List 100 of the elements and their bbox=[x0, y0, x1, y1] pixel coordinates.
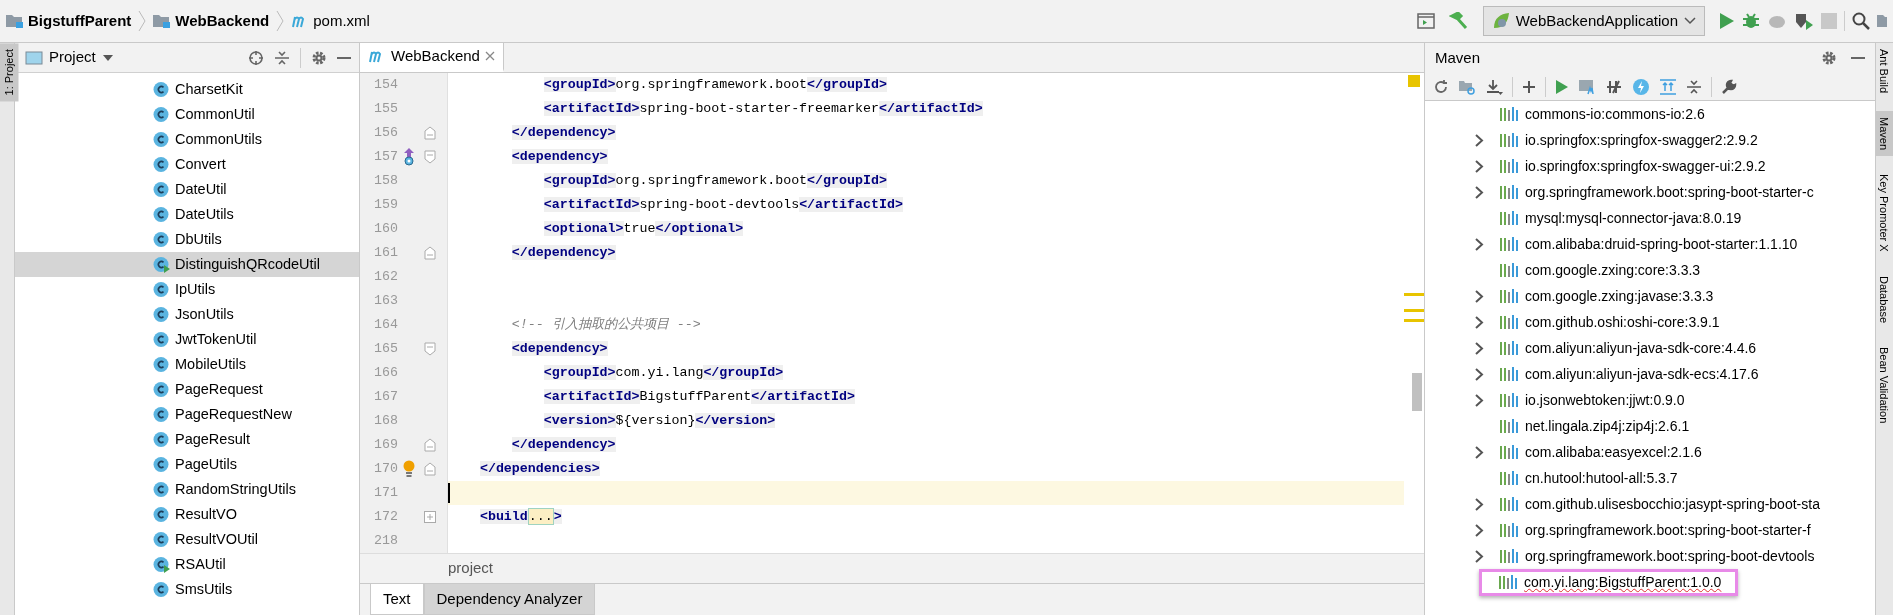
dependency-item[interactable]: org.springframework.boot:spring-boot-starter-c bbox=[1525, 181, 1814, 203]
dependency-item[interactable]: com.yi.lang:BigstuffParent:1.0.0 bbox=[1524, 571, 1722, 593]
overriding-marker-icon[interactable] bbox=[403, 148, 415, 166]
refresh-icon[interactable] bbox=[1433, 78, 1449, 95]
dependency-item[interactable]: commons-io:commons-io:2.6 bbox=[1525, 103, 1705, 125]
lightbulb-icon[interactable] bbox=[403, 460, 415, 478]
code-line: <groupId>com.yi.lang</groupId> bbox=[542, 364, 784, 383]
class-tree-item[interactable]: ResultVOUtil bbox=[15, 527, 359, 552]
run-icon[interactable] bbox=[1719, 12, 1735, 30]
class-tree-item[interactable]: DbUtils bbox=[15, 227, 359, 252]
tool-window-tab[interactable]: Bean Validation bbox=[1876, 340, 1893, 430]
class-tree-item[interactable]: PageResult bbox=[15, 427, 359, 452]
tool-window-tab[interactable]: 1: Project bbox=[0, 43, 19, 102]
library-icon bbox=[1499, 132, 1519, 148]
class-tree-item[interactable]: RandomStringUtils bbox=[15, 477, 359, 502]
class-tree-item[interactable]: JsonUtils bbox=[15, 302, 359, 327]
bug-icon[interactable] bbox=[1742, 12, 1760, 30]
class-tree-item[interactable]: CommonUtils bbox=[15, 127, 359, 152]
dependency-item[interactable]: io.springfox:springfox-swagger-ui:2.9.2 bbox=[1525, 155, 1766, 177]
minimize-icon[interactable] bbox=[1851, 56, 1865, 60]
class-tree-item[interactable]: JwtTokenUtil bbox=[15, 327, 359, 352]
dependency-item[interactable]: com.alibaba:druid-spring-boot-starter:1.1.10 bbox=[1525, 233, 1798, 255]
breadcrumb-item[interactable]: WebBackend bbox=[175, 9, 270, 33]
breadcrumb-item[interactable]: pom.xml bbox=[313, 9, 370, 33]
editor-mode-tab[interactable]: Dependency Analyzer bbox=[423, 584, 596, 615]
class-icon bbox=[153, 81, 170, 98]
collapse-all-icon[interactable] bbox=[274, 49, 290, 66]
fold-marker-icon[interactable] bbox=[424, 438, 436, 452]
breadcrumb-item[interactable]: BigstuffParent bbox=[28, 9, 132, 33]
fold-marker-icon[interactable] bbox=[424, 342, 436, 356]
dependency-item[interactable]: org.springframework.boot:spring-boot-starter-f bbox=[1525, 519, 1811, 541]
library-icon bbox=[1499, 444, 1519, 460]
tool-window-tab[interactable]: Key Promoter X bbox=[1876, 168, 1893, 258]
dependency-item[interactable]: com.aliyun:aliyun-java-sdk-core:4.4.6 bbox=[1525, 337, 1757, 359]
line-number: 164 bbox=[373, 316, 398, 335]
caret-icon bbox=[101, 53, 114, 62]
dependency-item[interactable]: mysql:mysql-connector-java:8.0.19 bbox=[1525, 207, 1742, 229]
fold-marker-icon[interactable] bbox=[424, 126, 436, 140]
class-tree-item[interactable]: DateUtil bbox=[15, 177, 359, 202]
class-tree-item[interactable]: MobileUtils bbox=[15, 352, 359, 377]
dependency-item[interactable]: org.springframework.boot:spring-boot-devtools bbox=[1525, 545, 1815, 567]
class-tree-item[interactable]: Convert bbox=[15, 152, 359, 177]
dependency-item[interactable]: com.github.oshi:oshi-core:3.9.1 bbox=[1525, 311, 1720, 333]
dependency-item[interactable]: com.google.zxing:core:3.3.3 bbox=[1525, 259, 1701, 281]
locate-icon[interactable] bbox=[248, 49, 264, 66]
library-icon bbox=[1499, 314, 1519, 330]
line-number: 166 bbox=[373, 364, 398, 383]
settings-icon[interactable] bbox=[1821, 50, 1837, 66]
tool-window-tab[interactable]: Database bbox=[1876, 269, 1893, 329]
fold-marker-icon[interactable] bbox=[424, 246, 436, 260]
class-tree-item[interactable]: PageRequestNew bbox=[15, 402, 359, 427]
folder-icon[interactable] bbox=[1877, 13, 1887, 29]
class-tree-item[interactable]: ResultVO bbox=[15, 502, 359, 527]
tool-window-tab[interactable]: Maven bbox=[1876, 111, 1893, 157]
class-icon bbox=[153, 356, 170, 373]
run-icon[interactable] bbox=[1555, 78, 1569, 95]
class-icon bbox=[153, 206, 170, 223]
folder-refresh-icon[interactable] bbox=[1458, 78, 1476, 95]
fold-marker-icon[interactable] bbox=[424, 462, 436, 476]
class-tree-item[interactable]: SmsUtils bbox=[15, 577, 359, 602]
class-tree-item[interactable]: PageRequest bbox=[15, 377, 359, 402]
profiler-icon[interactable] bbox=[1794, 12, 1814, 30]
run-configuration-dropdown[interactable]: WebBackendApplication bbox=[1482, 5, 1705, 37]
collapse-all-icon[interactable] bbox=[1686, 78, 1702, 95]
class-tree-item[interactable]: RSAUtil bbox=[15, 552, 359, 577]
scroll-marker-drawing bbox=[1404, 293, 1424, 322]
dependency-item[interactable]: cn.hutool:hutool-all:5.3.7 bbox=[1525, 467, 1678, 489]
library-icon bbox=[1499, 366, 1519, 382]
fold-marker-icon[interactable] bbox=[424, 150, 436, 164]
xml-breadcrumb[interactable]: project bbox=[448, 557, 494, 580]
close-icon[interactable] bbox=[484, 51, 495, 61]
expand-all-icon[interactable] bbox=[1659, 78, 1677, 95]
download-icon[interactable] bbox=[1485, 78, 1503, 95]
class-tree-item[interactable]: PageUtils bbox=[15, 452, 359, 477]
library-icon bbox=[1499, 392, 1519, 408]
editor-tab[interactable]: WebBackend bbox=[360, 43, 504, 72]
line-number: 172 bbox=[373, 508, 398, 527]
search-icon[interactable] bbox=[1852, 12, 1870, 30]
maven-goal-icon[interactable] bbox=[1578, 78, 1596, 95]
dependency-item[interactable]: io.jsonwebtoken:jjwt:0.9.0 bbox=[1525, 389, 1685, 411]
settings-icon[interactable] bbox=[311, 49, 327, 66]
dependency-item[interactable]: io.springfox:springfox-swagger2:2.9.2 bbox=[1525, 129, 1758, 151]
line-number: 163 bbox=[373, 292, 398, 311]
scrollbar-thumb[interactable] bbox=[1412, 373, 1422, 411]
class-tree-item[interactable]: DistinguishQRcodeUtil bbox=[15, 252, 359, 277]
tool-window-tab[interactable]: Ant Build bbox=[1876, 43, 1893, 100]
add-icon[interactable] bbox=[1522, 79, 1536, 94]
code-line: <optional>true</optional> bbox=[542, 220, 744, 239]
wrench-icon[interactable] bbox=[1721, 78, 1737, 95]
dependency-item[interactable]: com.alibaba:easyexcel:2.1.6 bbox=[1525, 441, 1702, 463]
dependency-item[interactable]: com.aliyun:aliyun-java-sdk-ecs:4.17.6 bbox=[1525, 363, 1759, 385]
dependency-item[interactable]: com.github.ulisesbocchio:jasypt-spring-boot-sta bbox=[1525, 493, 1820, 515]
class-tree-item[interactable]: DateUtils bbox=[15, 202, 359, 227]
editor-mode-tab[interactable]: Text bbox=[370, 584, 424, 615]
skip-tests-icon[interactable] bbox=[1605, 78, 1623, 95]
class-tree-item[interactable]: CommonUtil bbox=[15, 102, 359, 127]
terminal-window-icon[interactable] bbox=[1416, 13, 1435, 29]
class-tree-item[interactable]: IpUtils bbox=[15, 277, 359, 302]
dependency-item[interactable]: com.google.zxing:javase:3.3.3 bbox=[1525, 285, 1714, 307]
dependency-item[interactable]: net.lingala.zip4j:zip4j:2.6.1 bbox=[1525, 415, 1690, 437]
